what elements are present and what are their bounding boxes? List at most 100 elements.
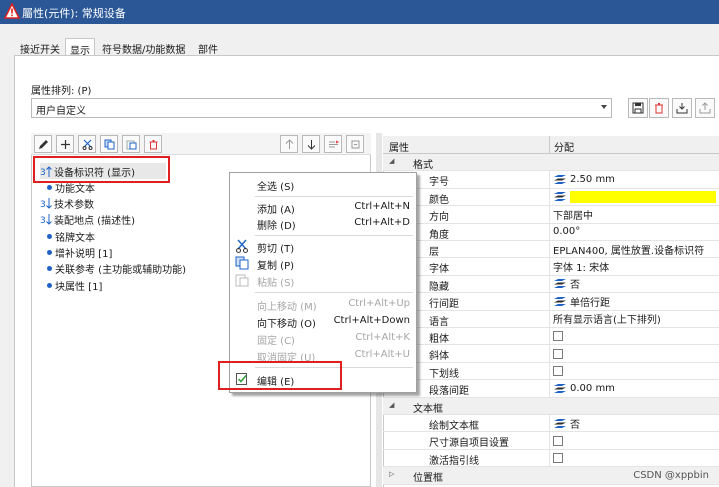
property-row[interactable]: 角度 0.00° (383, 223, 719, 241)
property-value-cell[interactable]: 2.50 mm (549, 171, 719, 188)
property-row[interactable]: 字体 字体 1: 宋体 (383, 258, 719, 276)
property-value-cell[interactable] (549, 432, 719, 449)
property-name-cell: 激活指引线 (383, 450, 549, 467)
expand-collapse-icon[interactable]: ▷ (389, 470, 394, 478)
tree-item-technical-params[interactable]: 3 技术参数 (40, 195, 94, 211)
property-name: 尺寸源自项目设置 (429, 438, 509, 450)
property-checkbox[interactable] (553, 452, 563, 463)
property-checkbox[interactable] (553, 435, 563, 446)
trash-icon (655, 103, 663, 114)
property-name: 段落间距 (429, 386, 469, 398)
tab-display[interactable]: 显示 (65, 38, 95, 57)
property-arrangement-select[interactable]: 用户自定义 (31, 98, 612, 118)
delete-arrangement-button[interactable] (649, 98, 669, 118)
property-row[interactable]: 隐藏 否 (383, 275, 719, 294)
tree-item-label: 技术参数 (54, 199, 94, 211)
property-name-cell: ◢ 文本框 (383, 397, 549, 415)
property-row[interactable]: 语言 所有显示语言(上下排列) (383, 310, 719, 328)
property-row[interactable]: 绘制文本框 否 (383, 415, 719, 433)
tree-item-mounting-location[interactable]: 3 装配地点 (描述性) (40, 211, 135, 227)
tab-parts[interactable]: 部件 (194, 38, 222, 56)
property-value-cell[interactable]: EPLAN400, 属性放置.设备标识符 (549, 241, 719, 258)
delete-button[interactable] (144, 135, 162, 153)
property-row[interactable]: 下划线 (383, 362, 719, 381)
property-grid-header: 属性 分配 (383, 136, 719, 154)
property-name-cell: ▷ 位置框 (383, 467, 549, 485)
property-name: 位置框 (413, 473, 443, 485)
menu-item-copy[interactable]: 复制 (P) (230, 255, 418, 272)
expand-collapse-icon[interactable]: ◢ (389, 157, 394, 165)
property-row[interactable]: 斜体 (383, 345, 719, 363)
property-value-cell[interactable] (549, 188, 719, 206)
paste-button[interactable] (122, 135, 140, 153)
property-checkbox[interactable] (553, 331, 563, 342)
property-category-row[interactable]: ◢ 格式 (383, 154, 719, 172)
bullet-icon (47, 249, 52, 255)
property-name: 粗体 (429, 334, 449, 345)
copy-button[interactable] (100, 135, 118, 153)
tree-item-associated-reference[interactable]: 关联参考 (主功能或辅助功能) (47, 260, 186, 276)
property-value-cell[interactable]: 单倍行距 (549, 293, 719, 310)
menu-item-paste[interactable]: 粘贴 (S) (230, 272, 418, 289)
bullet-icon (47, 265, 52, 271)
menu-item-add[interactable]: 添加 (A) Ctrl+Alt+N (230, 199, 418, 216)
property-value-cell[interactable] (549, 345, 719, 362)
menu-item-cut[interactable]: 剪切 (T) (230, 238, 418, 255)
unpin-button[interactable] (346, 135, 364, 153)
pin-button[interactable] (324, 135, 342, 153)
tab-symbol-function-data[interactable]: 符号数据/功能数据 (98, 38, 189, 56)
expand-collapse-icon[interactable]: ◢ (389, 401, 394, 409)
menu-item-delete[interactable]: 删除 (D) Ctrl+Alt+D (230, 215, 418, 232)
tab-proximity-switch[interactable]: 接近开关 (16, 38, 64, 56)
property-value-cell[interactable]: 字体 1: 宋体 (549, 258, 719, 275)
property-value-cell[interactable] (549, 328, 719, 345)
property-name: 字号 (429, 177, 449, 189)
property-row[interactable]: 段落间距 0.00 mm (383, 380, 719, 398)
tree-item-nameplate-text[interactable]: 铭牌文本 (47, 228, 95, 244)
property-value-cell[interactable]: 否 (549, 415, 719, 432)
property-value-cell[interactable]: 否 (549, 275, 719, 293)
menu-item-move-up[interactable]: 向上移动 (M) Ctrl+Alt+Up (230, 296, 418, 313)
bullet-icon (47, 184, 52, 190)
property-row[interactable]: 粗体 (383, 328, 719, 346)
menu-item-select-all[interactable]: 全选 (S) (230, 176, 418, 193)
property-checkbox[interactable] (553, 348, 563, 359)
menu-item-pin[interactable]: 固定 (C) Ctrl+Alt+K (230, 330, 418, 347)
property-row[interactable]: 行间距 单倍行距 (383, 293, 719, 311)
property-value-cell[interactable] (549, 362, 719, 380)
property-value-cell[interactable] (549, 449, 719, 467)
edit-button[interactable] (34, 135, 52, 153)
property-row[interactable]: 颜色 (383, 188, 719, 207)
copy-icon (104, 139, 114, 149)
save-arrangement-button[interactable] (628, 98, 648, 118)
property-row[interactable]: 方向 下部居中 (383, 206, 719, 224)
property-value-cell[interactable]: 0.00° (549, 223, 719, 240)
property-row[interactable]: 激活指引线 (383, 449, 719, 468)
property-checkbox[interactable] (553, 365, 563, 376)
property-value-cell (549, 397, 719, 414)
property-row[interactable]: 尺寸源自项目设置 (383, 432, 719, 450)
property-row[interactable]: 层 EPLAN400, 属性放置.设备标识符 (383, 241, 719, 259)
menu-item-move-down[interactable]: 向下移动 (O) Ctrl+Alt+Down (230, 313, 418, 330)
color-swatch[interactable] (570, 190, 716, 203)
move-down-button[interactable] (302, 135, 320, 153)
property-value-cell[interactable]: 0.00 mm (549, 380, 719, 397)
highlight-box (33, 156, 170, 183)
import-arrangement-button[interactable] (672, 98, 692, 118)
property-value-cell[interactable]: 下部居中 (549, 206, 719, 223)
tree-item-label: 铭牌文本 (55, 232, 95, 244)
property-value: 下部居中 (553, 210, 593, 222)
property-row[interactable]: 字号 2.50 mm (383, 171, 719, 189)
property-category-row[interactable]: ◢ 文本框 (383, 397, 719, 415)
property-name: 方向 (429, 212, 449, 224)
add-button[interactable] (56, 135, 74, 153)
move-up-button[interactable] (280, 135, 298, 153)
export-arrangement-button[interactable] (695, 98, 715, 118)
tree-item-block-property[interactable]: 块属性 [1] (47, 277, 102, 293)
layer-icon (554, 175, 566, 185)
cut-button[interactable] (78, 135, 96, 153)
menu-separator (255, 292, 413, 293)
plus-icon (60, 139, 70, 149)
property-value-cell[interactable]: 所有显示语言(上下排列) (549, 310, 719, 327)
tree-item-supplementary-note[interactable]: 增补说明 [1] (47, 244, 112, 260)
